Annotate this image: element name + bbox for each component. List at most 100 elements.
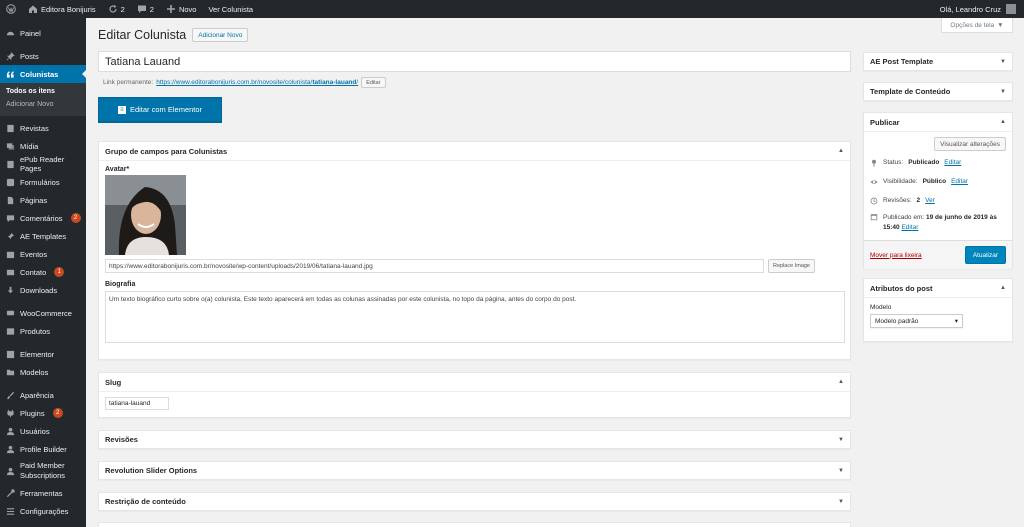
revolution-box-header[interactable]: Revolution Slider Options ▼ [99, 462, 850, 479]
view-revisions-link[interactable]: Ver [925, 197, 935, 204]
slug-box-header[interactable]: Slug ▲ [99, 373, 850, 392]
menu-label: Painel [20, 28, 41, 38]
box-title: Atributos do post [870, 283, 933, 293]
preview-changes-button[interactable]: Visualizar alterações [934, 137, 1006, 151]
replace-image-button[interactable]: Replace Image [768, 259, 815, 273]
menu-item-configuracoes[interactable]: Configurações [0, 502, 86, 520]
biografia-textarea[interactable]: Um texto biográfico curto sobre o(a) col… [105, 291, 845, 343]
admin-sidebar: Painel Posts Colunistas Todos os itens A… [0, 18, 86, 527]
wordpress-logo-icon[interactable] [0, 0, 22, 18]
avatar-url-input[interactable]: https://www.editorabonijuris.com.br/novo… [105, 259, 764, 273]
collapse-up-icon[interactable]: ▲ [1000, 119, 1006, 125]
elementor-button-label: Editar com Elementor [129, 105, 203, 114]
permalink-link[interactable]: https://www.editorabonijuris.com.br/novo… [156, 79, 358, 86]
ae-post-template-box[interactable]: AE Post Template ▼ [863, 52, 1013, 71]
model-select[interactable]: Modelo padrão ▾ [870, 314, 963, 328]
box-title: Template de Conteúdo [870, 87, 951, 96]
menu-item-paid-member[interactable]: Paid Member Subscriptions [0, 458, 86, 484]
ae-post-template-header[interactable]: AE Post Template ▼ [864, 53, 1012, 70]
expand-down-icon[interactable]: ▼ [838, 437, 844, 443]
menu-item-posts[interactable]: Posts [0, 47, 86, 65]
content-template-header[interactable]: Template de Conteúdo ▼ [864, 83, 1012, 100]
expand-down-icon[interactable]: ▼ [838, 499, 844, 505]
new-content-link[interactable]: Novo [160, 0, 203, 18]
menu-item-comentarios[interactable]: Comentários 2 [0, 209, 86, 227]
view-colunista-link[interactable]: Ver Colunista [202, 0, 259, 18]
pin-icon [6, 232, 15, 241]
menu-item-modelos[interactable]: Modelos [0, 363, 86, 381]
woo-icon [6, 309, 15, 318]
restricao-box[interactable]: Restrição de conteúdo ▼ [98, 492, 851, 511]
revolution-slider-box[interactable]: Revolution Slider Options ▼ [98, 461, 851, 480]
my-account-link[interactable]: Olá, Leandro Cruz [940, 4, 1024, 14]
update-button[interactable]: Atualizar [964, 246, 1006, 264]
menu-item-contato[interactable]: Contato 1 [0, 263, 86, 281]
menu-label: Plugins [20, 408, 45, 418]
visibility-value: Público [922, 178, 947, 185]
avatar [1006, 4, 1016, 14]
menu-item-usuarios[interactable]: Usuários [0, 422, 86, 440]
updates-link[interactable]: 2 [102, 0, 131, 18]
menu-item-epub[interactable]: ePub Reader Pages [0, 155, 86, 173]
submenu-add-new[interactable]: Adicionar Novo [0, 99, 86, 112]
permalink-edit-button[interactable]: Editar [361, 77, 386, 88]
edit-with-elementor-button[interactable]: ≡ Editar com Elementor [98, 97, 222, 122]
avatar-image[interactable] [105, 175, 186, 255]
post-attributes-header[interactable]: Atributos do post ▲ [864, 279, 1012, 298]
menu-item-produtos[interactable]: Produtos [0, 322, 86, 340]
edit-status-link[interactable]: Editar [944, 159, 961, 166]
menu-item-downloads[interactable]: Downloads [0, 281, 86, 299]
menu-item-plugins[interactable]: Plugins 2 [0, 404, 86, 422]
collapse-up-icon[interactable]: ▲ [1000, 285, 1006, 291]
restricao-box-header[interactable]: Restrição de conteúdo ▼ [99, 493, 850, 510]
menu-item-woocommerce[interactable]: WooCommerce [0, 304, 86, 322]
menu-label: Comentários [20, 213, 63, 223]
expand-down-icon[interactable]: ▼ [1000, 89, 1006, 95]
menu-item-aparencia[interactable]: Aparência [0, 386, 86, 404]
edit-date-link[interactable]: Editar [901, 224, 918, 231]
menu-item-ferramentas[interactable]: Ferramentas [0, 484, 86, 502]
content-template-box[interactable]: Template de Conteúdo ▼ [863, 82, 1013, 101]
comments-link[interactable]: 2 [131, 0, 160, 18]
menu-label: Usuários [20, 426, 50, 436]
menu-item-painel[interactable]: Painel [0, 24, 86, 42]
site-name-link[interactable]: Editora Bonijuris [22, 0, 102, 18]
eye-icon [870, 178, 878, 186]
expand-down-icon[interactable]: ▼ [838, 468, 844, 474]
menu-item-colunistas[interactable]: Colunistas [0, 65, 86, 83]
revisoes-box-header[interactable]: Revisões ▼ [99, 431, 850, 448]
menu-item-paginas[interactable]: Páginas [0, 191, 86, 209]
move-to-trash-link[interactable]: Mover para lixeira [870, 252, 922, 259]
model-label: Modelo [870, 304, 892, 311]
menu-item-formularios[interactable]: Formulários [0, 173, 86, 191]
dashboard-icon [6, 29, 15, 38]
box-title: Restrição de conteúdo [105, 497, 186, 506]
revisoes-box[interactable]: Revisões ▼ [98, 430, 851, 449]
preview-row: Visualizar alterações [864, 132, 1012, 153]
edit-visibility-link[interactable]: Editar [951, 178, 968, 185]
publish-box-header[interactable]: Publicar ▲ [864, 113, 1012, 132]
page-header: Editar Colunista Adicionar Novo [98, 28, 249, 42]
menu-item-ae-templates[interactable]: AE Templates [0, 227, 86, 245]
menu-item-eventos[interactable]: Eventos [0, 245, 86, 263]
acf-fields-box: Grupo de campos para Colunistas ▲ Avatar*… [98, 141, 851, 360]
post-title-input[interactable]: Tatiana Lauand [98, 51, 851, 72]
collapse-up-icon[interactable]: ▲ [838, 379, 844, 385]
collapse-up-icon[interactable]: ▲ [838, 148, 844, 154]
menu-item-revistas[interactable]: Revistas [0, 119, 86, 137]
pin-icon [6, 51, 15, 61]
menu-item-midia[interactable]: Mídia [0, 137, 86, 155]
view-label: Ver Colunista [208, 4, 254, 14]
screen-options-button[interactable]: Opções de tela ▼ [941, 18, 1013, 33]
acf-box-header[interactable]: Grupo de campos para Colunistas ▲ [99, 142, 850, 161]
plus-icon [166, 4, 176, 14]
plugin-icon [6, 409, 15, 418]
menu-label: Produtos [20, 326, 51, 336]
forms-icon [6, 178, 15, 187]
menu-item-elementor[interactable]: Elementor [0, 345, 86, 363]
submenu-all-items[interactable]: Todos os itens [0, 86, 86, 99]
slug-input[interactable]: tatiana-lauand [105, 397, 169, 410]
menu-item-profile-builder[interactable]: Profile Builder [0, 440, 86, 458]
add-new-button[interactable]: Adicionar Novo [192, 28, 249, 42]
expand-down-icon[interactable]: ▼ [1000, 59, 1006, 65]
